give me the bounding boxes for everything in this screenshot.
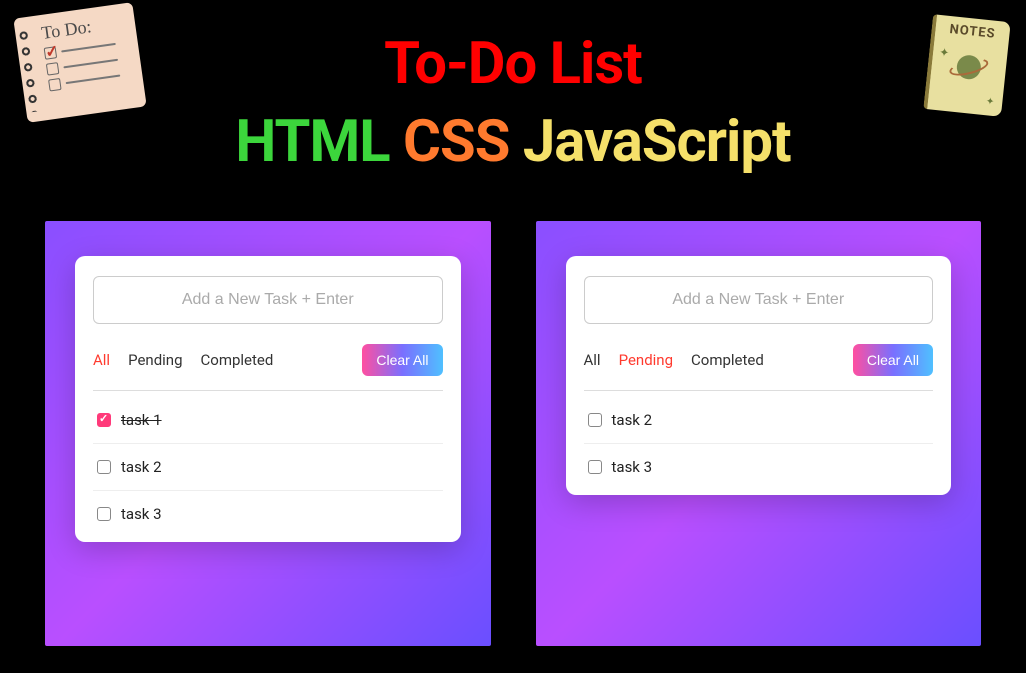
clear-all-button[interactable]: Clear All [362,344,442,376]
title-todo-list: To-Do List [0,30,1026,98]
task-item: task 3 [93,491,443,537]
label-html: HTML [235,108,389,176]
new-task-input[interactable] [584,276,934,324]
task-checkbox[interactable] [588,413,602,427]
task-label: task 2 [612,411,653,429]
sticker-notes-label: NOTES [941,21,1004,42]
task-item: task 2 [584,397,934,444]
task-checkbox[interactable] [97,507,111,521]
task-label: task 3 [121,505,162,523]
task-checkbox[interactable] [97,413,111,427]
app-card-right: All Pending Completed Clear All task 2 t… [536,221,982,646]
filter-pending[interactable]: Pending [619,351,673,369]
sticker-todo-icon: To Do: [13,2,146,123]
filter-all[interactable]: All [93,351,110,369]
label-css: CSS [403,108,509,176]
app-card-left: All Pending Completed Clear All task 1 t… [45,221,491,646]
task-label: task 2 [121,458,162,476]
clear-all-button[interactable]: Clear All [853,344,933,376]
new-task-input[interactable] [93,276,443,324]
filter-completed[interactable]: Completed [201,351,274,369]
filter-completed[interactable]: Completed [691,351,764,369]
task-list: task 2 task 3 [584,397,934,490]
task-checkbox[interactable] [588,460,602,474]
task-item: task 1 [93,397,443,444]
title-tech-stack: HTML CSS JavaScript [0,108,1026,176]
todo-app-right: All Pending Completed Clear All task 2 t… [566,256,952,495]
label-javascript: JavaScript [523,108,791,176]
task-item: task 2 [93,444,443,491]
filter-all[interactable]: All [584,351,601,369]
hero-header: To-Do List HTML CSS JavaScript [0,0,1026,176]
task-list: task 1 task 2 task 3 [93,397,443,537]
sticker-notes-icon: NOTES ✦ ✦ [923,14,1011,117]
filter-pending[interactable]: Pending [128,351,182,369]
todo-app-left: All Pending Completed Clear All task 1 t… [75,256,461,542]
task-item: task 3 [584,444,934,490]
task-label: task 3 [612,458,653,476]
task-checkbox[interactable] [97,460,111,474]
task-label: task 1 [121,411,162,429]
